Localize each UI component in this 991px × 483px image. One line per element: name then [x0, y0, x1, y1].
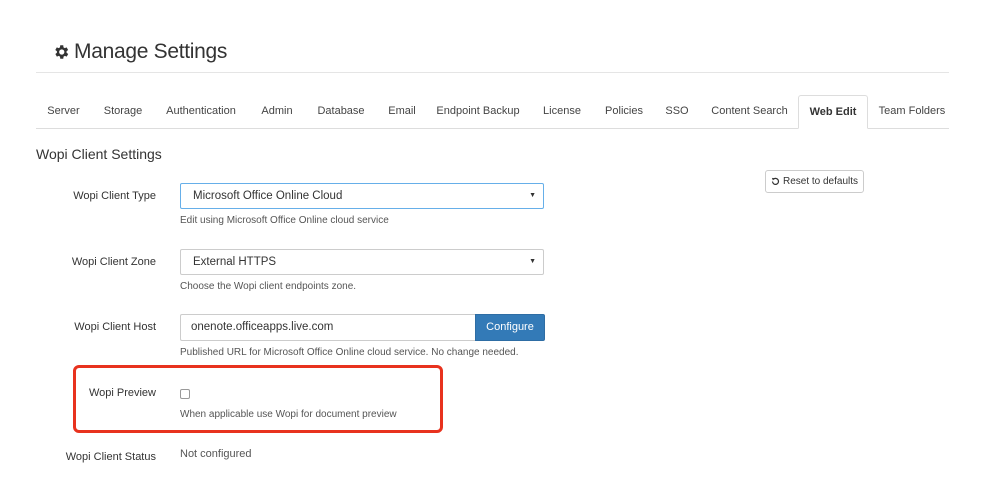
chevron-down-icon: ▼: [529, 258, 536, 265]
client-type-label: Wopi Client Type: [73, 190, 156, 202]
tab-content-search[interactable]: Content Search: [704, 95, 795, 128]
tab-database[interactable]: Database: [312, 95, 370, 128]
header-divider: [36, 72, 949, 73]
client-zone-label: Wopi Client Zone: [71, 256, 156, 268]
undo-icon: [771, 177, 780, 185]
client-type-value: Microsoft Office Online Cloud: [193, 190, 343, 202]
tab-storage[interactable]: Storage: [94, 95, 152, 128]
tab-sso[interactable]: SSO: [660, 95, 694, 128]
page-header: Manage Settings: [52, 40, 227, 64]
client-zone-value: External HTTPS: [193, 256, 277, 268]
gear-icon: [55, 45, 69, 59]
highlight-box: [73, 365, 443, 433]
client-host-label: Wopi Client Host: [74, 321, 156, 333]
tab-team-folders[interactable]: Team Folders: [872, 95, 952, 128]
tab-policies[interactable]: Policies: [599, 95, 649, 128]
reset-button-label: Reset to defaults: [782, 176, 859, 187]
chevron-down-icon: ▼: [529, 192, 536, 199]
tab-admin[interactable]: Admin: [252, 95, 302, 128]
settings-tabs: Server Storage Authentication Admin Data…: [36, 95, 949, 129]
tab-web-edit[interactable]: Web Edit: [798, 95, 868, 129]
tab-license[interactable]: License: [536, 95, 588, 128]
client-host-help: Published URL for Microsoft Office Onlin…: [180, 347, 519, 358]
client-host-input[interactable]: onenote.officeapps.live.com: [180, 314, 475, 341]
tab-server[interactable]: Server: [36, 95, 91, 128]
configure-button[interactable]: Configure: [475, 314, 545, 341]
tab-endpoint-backup[interactable]: Endpoint Backup: [432, 95, 524, 128]
status-value: Not configured: [180, 448, 252, 460]
client-zone-help: Choose the Wopi client endpoints zone.: [180, 281, 357, 292]
status-label: Wopi Client Status: [65, 451, 156, 463]
client-type-help: Edit using Microsoft Office Online cloud…: [180, 215, 389, 226]
client-zone-select[interactable]: External HTTPS ▼: [180, 249, 544, 275]
tab-email[interactable]: Email: [381, 95, 423, 128]
client-type-select[interactable]: Microsoft Office Online Cloud ▼: [180, 183, 544, 209]
reset-to-defaults-button[interactable]: Reset to defaults: [765, 170, 864, 193]
page-title: Manage Settings: [74, 40, 228, 63]
tab-authentication[interactable]: Authentication: [160, 95, 242, 128]
section-title: Wopi Client Settings: [36, 146, 162, 162]
